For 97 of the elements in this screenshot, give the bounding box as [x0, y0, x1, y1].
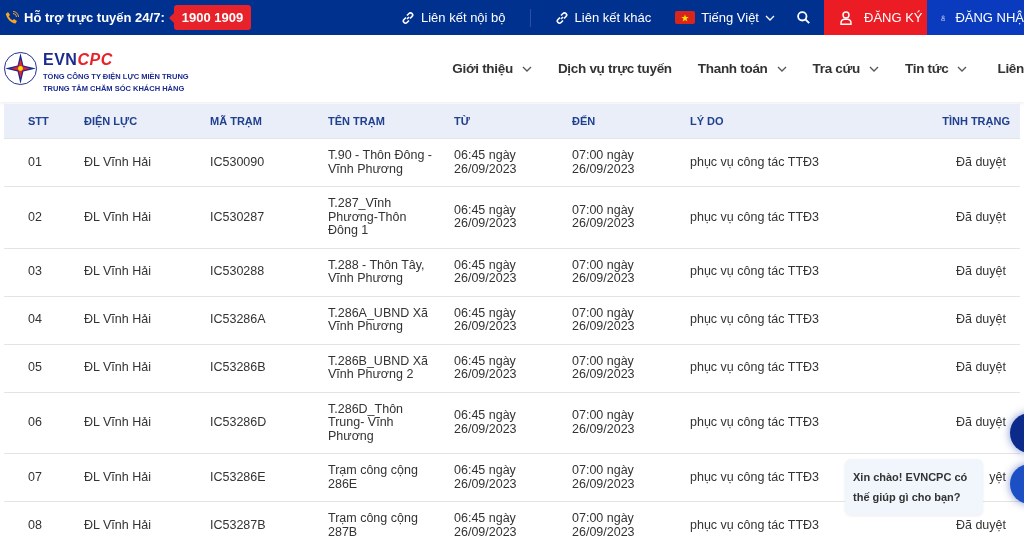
table-cell-text: T.287_Vĩnh Phương-Thôn Đông 1	[328, 197, 408, 238]
table-cell: phục vụ công tác TTĐ3	[690, 313, 819, 327]
table-cell-text: 07:00 ngày 26/09/2023	[572, 149, 636, 176]
table-cell: IC53286A	[210, 313, 266, 327]
table-cell-text: 07:00 ngày 26/09/2023	[572, 354, 636, 382]
table-cell: ĐL Vĩnh Hải	[84, 210, 151, 224]
column-header: TÊN TRẠM	[328, 115, 386, 127]
table-cell-text: 06:45 ngày 26/09/2023	[454, 203, 518, 231]
table-cell-text: 06:45 ngày 26/09/2023	[454, 306, 518, 334]
table-cell-text: T.286D_Thôn Trung- Vĩnh Phương	[328, 402, 405, 443]
chevron-down-icon	[521, 65, 532, 72]
brand-name: EVNCPC	[43, 50, 114, 69]
nav-item[interactable]: Thanh toán	[697, 61, 787, 76]
phone-icon	[5, 10, 19, 25]
table-cell: phục vụ công tác TTĐ3	[690, 155, 819, 170]
table-cell-text: 06:45 ngày 26/09/2023	[454, 409, 518, 437]
table-cell-text: Trạm công cộng 286E	[328, 464, 419, 491]
table-cell: 04	[28, 313, 42, 327]
table-cell: Đã duyệt	[955, 155, 1006, 170]
nav-item[interactable]: Liên	[997, 61, 1024, 76]
chevron-down-icon	[776, 65, 787, 72]
table-cell: IC530090	[210, 155, 265, 170]
table-cell-text: Trạm công cộng 287B	[328, 512, 419, 539]
table-cell-text: 06:45 ngày 26/09/2023	[454, 512, 518, 539]
table-cell: IC53286E	[210, 470, 266, 485]
table-cell: ĐL Vĩnh Hải	[84, 361, 151, 375]
logo-icon	[3, 51, 38, 86]
table-cell: IC53286B	[210, 361, 266, 375]
nav-item[interactable]: Tin tức	[905, 61, 968, 76]
register-button[interactable]: ĐĂNG KÝ	[824, 0, 927, 35]
chat-bubble: Xin chào! EVNCPC có thế giúp gì cho bạn?	[845, 459, 983, 515]
link-icon	[401, 10, 415, 25]
table-cell: ĐL Vĩnh Hải	[84, 518, 151, 533]
table-cell: IC53286D	[210, 416, 267, 430]
table-cell: T.90 - Thôn Đông - Vĩnh Phương	[328, 149, 432, 176]
login-button[interactable]: ĐĂNG NHẬ	[927, 0, 1024, 35]
table-cell: phục vụ công tác TTĐ3	[690, 470, 819, 485]
column-header: ĐẾN	[572, 115, 597, 127]
link-icon	[554, 10, 569, 25]
table-cell-text: 07:00 ngày 26/09/2023	[572, 203, 636, 231]
table-cell: Đã duyệt	[955, 210, 1006, 224]
table-cell: ĐL Vĩnh Hải	[84, 416, 151, 430]
table-cell: phục vụ công tác TTĐ3	[690, 210, 819, 224]
table-cell: ĐL Vĩnh Hải	[84, 265, 151, 279]
chevron-down-icon	[765, 14, 775, 21]
table-cell: 07	[28, 470, 42, 485]
table-cell-text: 07:00 ngày 26/09/2023	[572, 258, 636, 286]
table-cell: Đã duyệt	[955, 518, 1006, 533]
table-cell-text: 06:45 ngày 26/09/2023	[454, 354, 518, 382]
table-cell: 05	[28, 361, 42, 375]
table-cell: ĐL Vĩnh Hải	[84, 313, 151, 327]
table-cell: Đã duyệt	[955, 416, 1006, 430]
table-cell: 03	[28, 265, 42, 279]
table-cell-text: T.288 - Thôn Tây, Vĩnh Phương	[328, 258, 426, 286]
column-header: STT	[28, 115, 50, 127]
nav-item[interactable]: Giới thiệu	[452, 61, 532, 76]
table-cell-text: 07:00 ngày 26/09/2023	[572, 306, 636, 334]
internal-link[interactable]: Liên kết nội bộ	[401, 10, 506, 25]
table-cell: 01	[28, 155, 42, 170]
table-cell: Đã duyệt	[955, 313, 1006, 327]
nav-item[interactable]: Tra cứu	[812, 61, 879, 76]
column-header: ĐIỆN LỰC	[84, 115, 139, 127]
column-header: MÃ TRẠM	[210, 115, 263, 127]
table-cell: Đã duyệt	[955, 265, 1006, 279]
table-cell-text: 07:00 ngày 26/09/2023	[572, 512, 636, 539]
column-header: LÝ DO	[690, 115, 725, 127]
table-cell: 06	[28, 416, 42, 430]
table-cell-text: T.286A_UBND Xã Vĩnh Phương	[328, 306, 430, 334]
table-cell-text: 06:45 ngày 26/09/2023	[454, 258, 518, 286]
flag-icon	[675, 11, 696, 24]
chevron-down-icon	[957, 65, 968, 72]
table-cell: IC530287	[210, 210, 265, 224]
column-header: TÌNH TRẠNG	[942, 115, 1010, 127]
table-cell: yệt	[989, 470, 1006, 485]
column-header: TỪ	[454, 115, 471, 127]
other-link[interactable]: Liên kết khác	[554, 10, 652, 25]
table-cell: IC53287B	[210, 518, 266, 533]
table-cell-text: T.286B_UBND Xã Vĩnh Phương 2	[328, 354, 430, 382]
language-selector[interactable]: Tiếng Việt	[675, 10, 775, 25]
table-cell: IC530288	[210, 265, 265, 279]
table-cell-text: 07:00 ngày 26/09/2023	[572, 464, 636, 491]
nav-item[interactable]: Dịch vụ trực tuyến	[557, 61, 672, 76]
table-cell: 02	[28, 210, 42, 224]
chevron-down-icon	[869, 65, 879, 72]
table-cell: phục vụ công tác TTĐ3	[690, 361, 819, 375]
table-cell: ĐL Vĩnh Hải	[84, 155, 151, 170]
table-cell: ĐL Vĩnh Hải	[84, 470, 151, 485]
support-label: Hỗ trợ trực tuyến 24/7:	[24, 10, 165, 25]
search-icon[interactable]	[797, 11, 810, 24]
table-cell: phục vụ công tác TTĐ3	[690, 265, 819, 279]
table-cell: phục vụ công tác TTĐ3	[690, 416, 819, 430]
table-cell-text: 06:45 ngày 26/09/2023	[454, 149, 518, 176]
table-cell: Đã duyệt	[955, 361, 1006, 375]
table-cell: 08	[28, 518, 42, 533]
table-cell-text: 07:00 ngày 26/09/2023	[572, 409, 636, 437]
table-cell: phục vụ công tác TTĐ3	[690, 518, 819, 533]
table-cell-text: 06:45 ngày 26/09/2023	[454, 464, 518, 491]
